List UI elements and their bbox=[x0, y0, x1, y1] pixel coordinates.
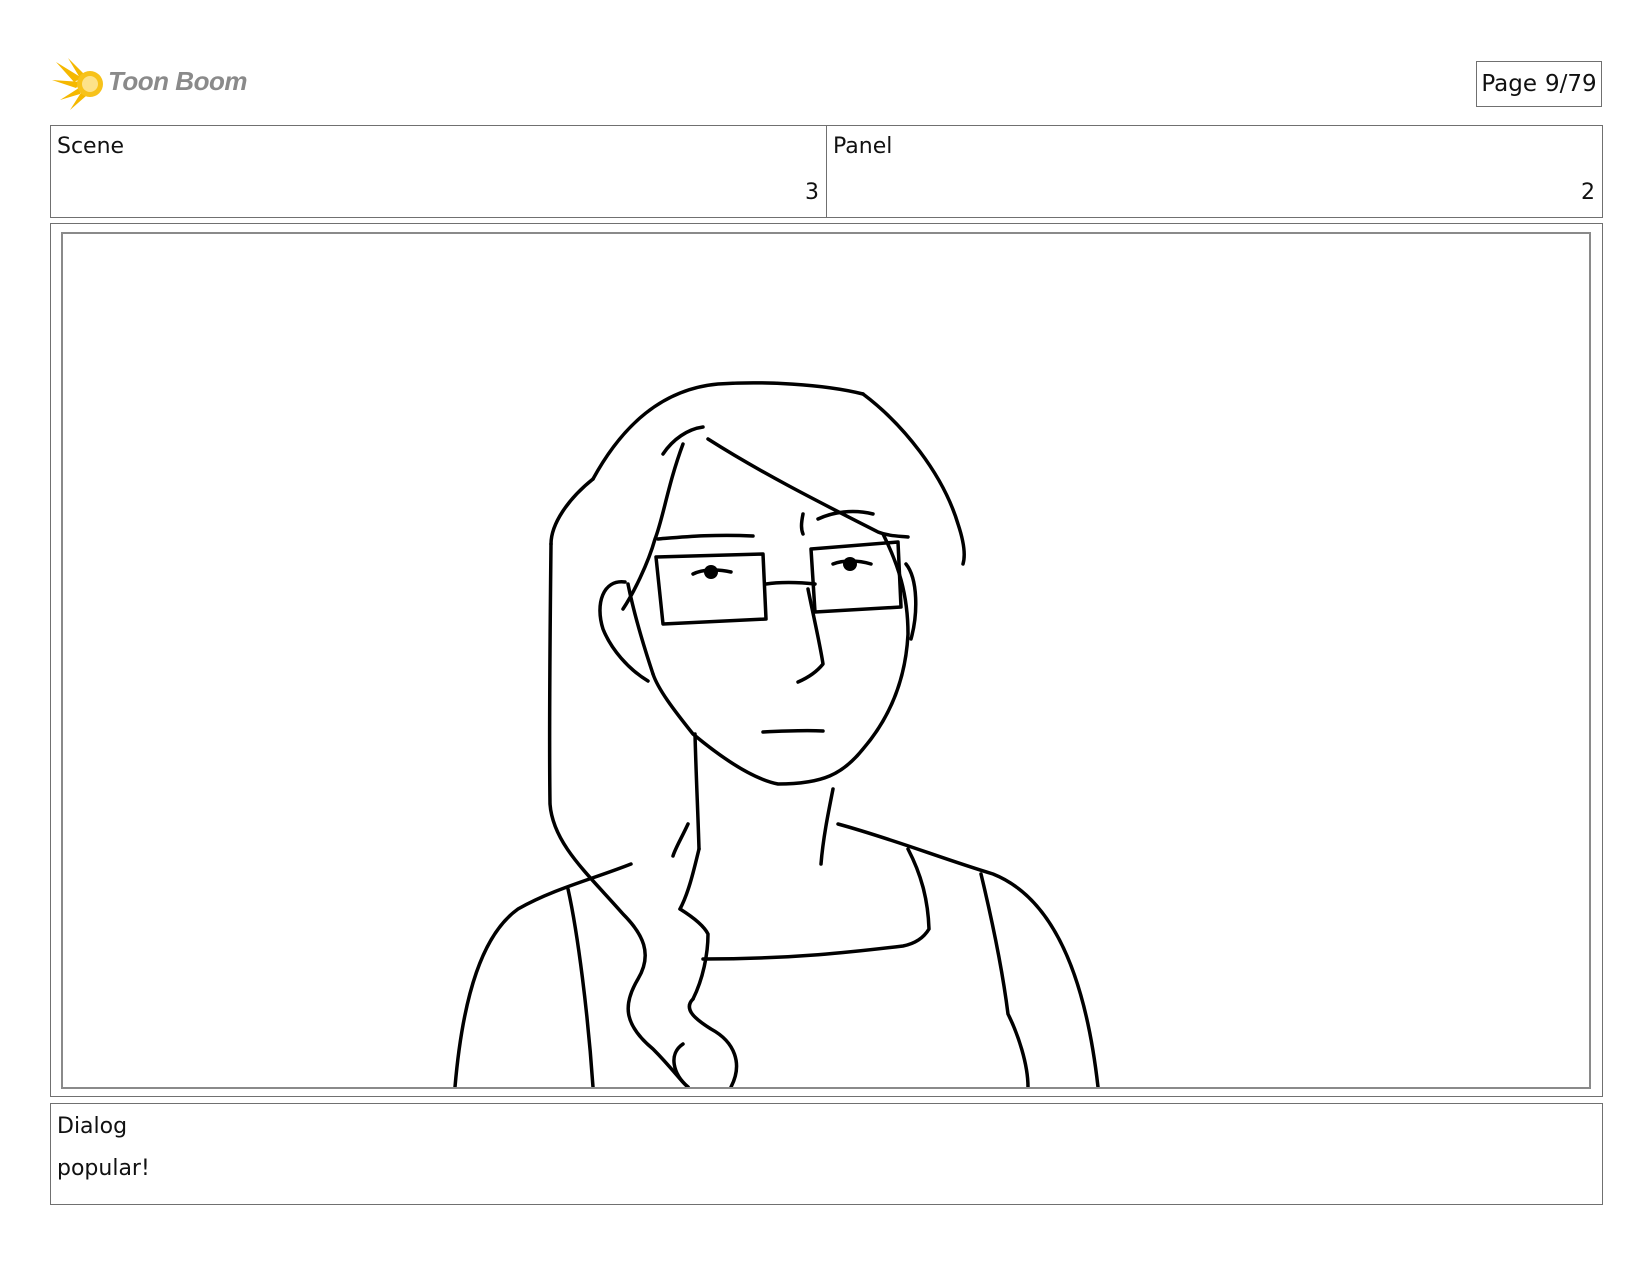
starburst-logo-icon bbox=[52, 58, 103, 110]
panel-label: Panel bbox=[833, 134, 893, 159]
dialog-box: Dialog popular! bbox=[50, 1103, 1603, 1205]
page-indicator: Page 9/79 bbox=[1476, 61, 1602, 107]
panel-number: 2 bbox=[1581, 180, 1595, 205]
character-sketch-icon bbox=[453, 381, 1100, 1087]
page-number: 9/79 bbox=[1545, 71, 1597, 97]
dialog-label: Dialog bbox=[57, 1114, 128, 1139]
page-label: Page bbox=[1481, 71, 1538, 97]
panel-cell: Panel 2 bbox=[826, 126, 1602, 217]
storyboard-panel-image bbox=[61, 232, 1591, 1089]
storyboard-panel-frame bbox=[50, 223, 1603, 1097]
scene-cell: Scene 3 bbox=[51, 126, 826, 217]
scene-number: 3 bbox=[805, 180, 819, 205]
scene-label: Scene bbox=[57, 134, 125, 159]
dialog-text: popular! bbox=[57, 1156, 150, 1181]
toon-boom-logo: Toon Boom bbox=[52, 56, 262, 112]
scene-panel-header: Scene 3 Panel 2 bbox=[50, 125, 1603, 218]
logo-text: Toon Boom bbox=[108, 66, 247, 96]
